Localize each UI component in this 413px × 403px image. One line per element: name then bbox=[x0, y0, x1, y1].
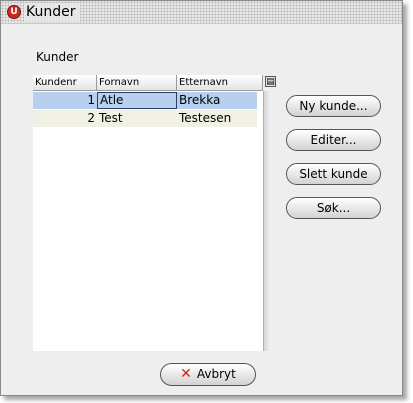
table-scrollbar[interactable] bbox=[263, 91, 271, 351]
cell-etternavn[interactable]: Brekka bbox=[177, 92, 257, 109]
app-logo-icon: U bbox=[7, 5, 21, 19]
cell-etternavn[interactable]: Testesen bbox=[177, 110, 257, 127]
column-header-kundenr[interactable]: Kundenr bbox=[33, 75, 97, 91]
column-header-fornavn[interactable]: Fornavn bbox=[97, 75, 177, 91]
customers-dialog: U Kunder Kunder Kundenr Fornavn Etternav… bbox=[0, 0, 403, 396]
table-row[interactable]: 2 Test Testesen bbox=[33, 110, 257, 127]
close-x-icon: ✕ bbox=[180, 366, 192, 382]
edit-customer-button[interactable]: Editer... bbox=[286, 129, 381, 151]
table-row[interactable]: 1 Atle Brekka bbox=[33, 92, 257, 109]
cell-fornavn[interactable]: Atle bbox=[97, 92, 177, 109]
table-header: Kundenr Fornavn Etternavn bbox=[33, 75, 263, 91]
title-bar[interactable]: U Kunder bbox=[1, 1, 402, 24]
cancel-label: Avbryt bbox=[196, 367, 236, 381]
cell-kundenr[interactable]: 2 bbox=[33, 110, 97, 127]
cell-fornavn[interactable]: Test bbox=[97, 110, 177, 127]
cancel-button[interactable]: ✕ Avbryt bbox=[160, 363, 256, 386]
window-title: Kunder bbox=[24, 3, 80, 21]
column-header-etternavn[interactable]: Etternavn bbox=[177, 75, 263, 91]
customer-table: Kundenr Fornavn Etternavn 1 Atle Brekka … bbox=[33, 75, 271, 351]
column-chooser-icon[interactable]: ▤ bbox=[265, 76, 276, 87]
new-customer-button[interactable]: Ny kunde... bbox=[286, 95, 381, 117]
delete-customer-button[interactable]: Slett kunde bbox=[286, 163, 381, 185]
search-customer-button[interactable]: Søk... bbox=[286, 197, 381, 219]
panel-label: Kunder bbox=[36, 50, 79, 64]
cell-kundenr[interactable]: 1 bbox=[33, 92, 97, 109]
